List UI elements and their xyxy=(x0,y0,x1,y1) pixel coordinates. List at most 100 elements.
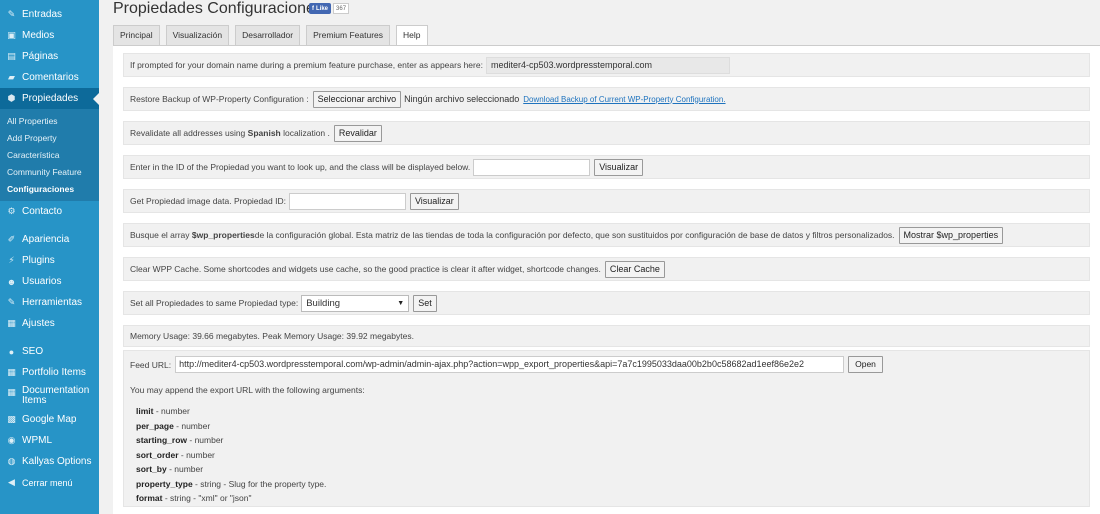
menu-kallyas-options[interactable]: ◍ Kallyas Options xyxy=(0,451,99,472)
facebook-like-button[interactable]: f Like xyxy=(309,3,332,14)
image-visualizar-button[interactable]: Visualizar xyxy=(409,192,459,210)
menu-paginas[interactable]: ▤ Páginas xyxy=(0,46,99,67)
menu-label: Documentation Items xyxy=(22,385,90,406)
property-type-select[interactable]: Building ▼ xyxy=(301,294,410,312)
menu-contacto[interactable]: ⚙ Contacto xyxy=(0,201,99,222)
tab-help[interactable]: Help xyxy=(396,25,428,46)
facebook-like-widget[interactable]: f Like 367 xyxy=(309,3,350,14)
argument-item: property_type - string - Slug for the pr… xyxy=(136,477,1089,492)
menu-label: Plugins xyxy=(22,255,55,266)
menu-google-map[interactable]: ▩ Google Map xyxy=(0,409,99,430)
argument-name: format xyxy=(136,493,163,503)
feed-url-label: Feed URL: xyxy=(130,359,172,370)
revalidate-button[interactable]: Revalidar xyxy=(333,124,382,142)
menu-herramientas[interactable]: ✎ Herramientas xyxy=(0,292,99,313)
menu-documentation-items[interactable]: ▦ Documentation Items xyxy=(0,383,99,409)
download-backup-link[interactable]: Download Backup of Current WP-Property C… xyxy=(523,95,725,104)
menu-label: Kallyas Options xyxy=(22,456,92,467)
submenu-item-configuraciones[interactable]: Configuraciones xyxy=(0,181,99,198)
wp-properties-row: Busque el array $wp_properties de la conf… xyxy=(123,223,1090,247)
image-id-input[interactable] xyxy=(288,192,406,210)
tab-principal[interactable]: Principal xyxy=(113,25,160,45)
argument-item: starting_row - number xyxy=(136,433,1089,448)
array-label-pre: Busque el array xyxy=(130,230,190,240)
argument-desc: - number xyxy=(187,435,224,445)
revalidate-label-post: localization . xyxy=(283,128,330,138)
submenu-item-all-properties[interactable]: All Properties xyxy=(0,113,99,130)
menu-label: Usuarios xyxy=(22,276,62,287)
menu-portfolio-items[interactable]: ▦ Portfolio Items xyxy=(0,362,99,383)
menu-seo[interactable]: ● SEO xyxy=(0,341,99,362)
menu-label: Propiedades xyxy=(22,93,79,104)
tab-premium-features[interactable]: Premium Features xyxy=(306,25,391,45)
property-type-row: Set all Propiedades to same Propiedad ty… xyxy=(123,291,1090,315)
submenu-item-add-property[interactable]: Add Property xyxy=(0,130,99,147)
argument-list: limit - number per_page - number startin… xyxy=(130,404,1089,506)
type-label: Set all Propiedades to same Propiedad ty… xyxy=(130,298,299,308)
users-icon: ☻ xyxy=(6,276,17,287)
menu-label: WPML xyxy=(22,435,52,446)
map-icon: ▩ xyxy=(7,414,16,424)
argument-item: per_page - number xyxy=(136,419,1089,434)
argument-desc: - string - Slug for the property type. xyxy=(192,478,327,489)
revalidate-label-pre: Revalidate all addresses using xyxy=(130,128,246,138)
menu-comentarios[interactable]: ▰ Comentarios xyxy=(0,67,99,88)
lookup-id-input[interactable] xyxy=(473,158,591,176)
clear-cache-row: Clear WPP Cache. Some shortcodes and wid… xyxy=(123,257,1090,281)
facebook-like-count: 367 xyxy=(333,3,350,14)
wrench-icon: ✎ xyxy=(7,297,16,307)
memory-usage-row: Memory Usage: 39.66 megabytes. Peak Memo… xyxy=(123,325,1090,347)
argument-name: property_type xyxy=(136,478,193,489)
choose-file-button[interactable]: Seleccionar archivo xyxy=(312,90,402,108)
memory-text: Memory Usage: 39.66 megabytes. Peak Memo… xyxy=(130,331,414,341)
options-icon: ◍ xyxy=(7,456,16,466)
menu-cerrar[interactable]: ◀ Cerrar menú xyxy=(0,472,99,493)
argument-name: sort_order xyxy=(136,449,179,460)
append-note: You may append the export URL with the f… xyxy=(130,385,365,395)
argument-name: per_page xyxy=(136,420,174,431)
open-feed-button[interactable]: Open xyxy=(848,356,883,373)
brush-icon: ✐ xyxy=(7,234,16,244)
menu-plugins[interactable]: ⚡ Plugins xyxy=(0,250,99,271)
admin-sidebar: ✎ Entradas ▣ Medios ▤ Páginas ▰ Comentarios … xyxy=(0,0,99,514)
select-value: Building xyxy=(306,297,341,309)
restore-backup-row: Restore Backup of WP-Property Configurat… xyxy=(123,87,1090,111)
show-wp-properties-button[interactable]: Mostrar $wp_properties xyxy=(898,226,1004,244)
submenu-propiedades: All Properties Add Property Característi… xyxy=(0,109,99,201)
set-type-button[interactable]: Set xyxy=(413,294,437,312)
feed-url-row: Feed URL: http://mediter4-cp503.wordpres… xyxy=(130,356,1089,373)
globe-icon: ◉ xyxy=(7,435,16,445)
menu-wpml[interactable]: ◉ WPML xyxy=(0,430,99,451)
submenu-item-community-feature[interactable]: Community Feature xyxy=(0,164,99,181)
feed-url-box: Feed URL: http://mediter4-cp503.wordpres… xyxy=(123,350,1090,507)
menu-separator xyxy=(0,222,99,229)
clear-cache-button[interactable]: Clear Cache xyxy=(604,260,665,278)
menu-label: Ajustes xyxy=(22,318,55,329)
menu-ajustes[interactable]: ▦ Ajustes xyxy=(0,313,99,334)
facebook-like-label: Like xyxy=(316,5,329,12)
tab-visualizacion[interactable]: Visualización xyxy=(165,25,230,45)
image-data-row: Get Propiedad image data. Propiedad ID: … xyxy=(123,189,1090,213)
property-icon: ⬢ xyxy=(7,93,16,103)
settings-tabs: Principal Visualización Desarrollador Pr… xyxy=(113,25,434,46)
argument-desc: - string - "xml" or "json" xyxy=(162,493,252,503)
image-data-label: Get Propiedad image data. xyxy=(130,196,232,206)
menu-label: Contacto xyxy=(22,206,63,217)
menu-medios[interactable]: ▣ Medios xyxy=(0,25,99,46)
tab-desarrollador[interactable]: Desarrollador xyxy=(235,25,301,45)
lookup-visualizar-button[interactable]: Visualizar xyxy=(594,158,644,176)
argument-item: sort_order - number xyxy=(136,448,1089,463)
feed-url-field[interactable]: http://mediter4-cp503.wordpresstemporal.… xyxy=(175,356,845,373)
submenu-item-caracteristica[interactable]: Característica xyxy=(0,147,99,164)
menu-entradas[interactable]: ✎ Entradas xyxy=(0,4,99,25)
pages-icon: ▤ xyxy=(7,51,16,61)
menu-usuarios[interactable]: ☻ Usuarios xyxy=(0,271,99,292)
argument-name: sort_by xyxy=(136,464,167,474)
lookup-row: Enter in the ID of the Propiedad you wan… xyxy=(123,155,1090,179)
argument-desc: - number xyxy=(153,406,190,416)
domain-field[interactable]: mediter4-cp503.wordpresstemporal.com xyxy=(485,56,730,74)
argument-item: sort_by - number xyxy=(136,462,1089,477)
menu-propiedades[interactable]: ⬢ Propiedades xyxy=(0,88,99,109)
menu-apariencia[interactable]: ✐ Apariencia xyxy=(0,229,99,250)
menu-label: Páginas xyxy=(22,51,59,62)
